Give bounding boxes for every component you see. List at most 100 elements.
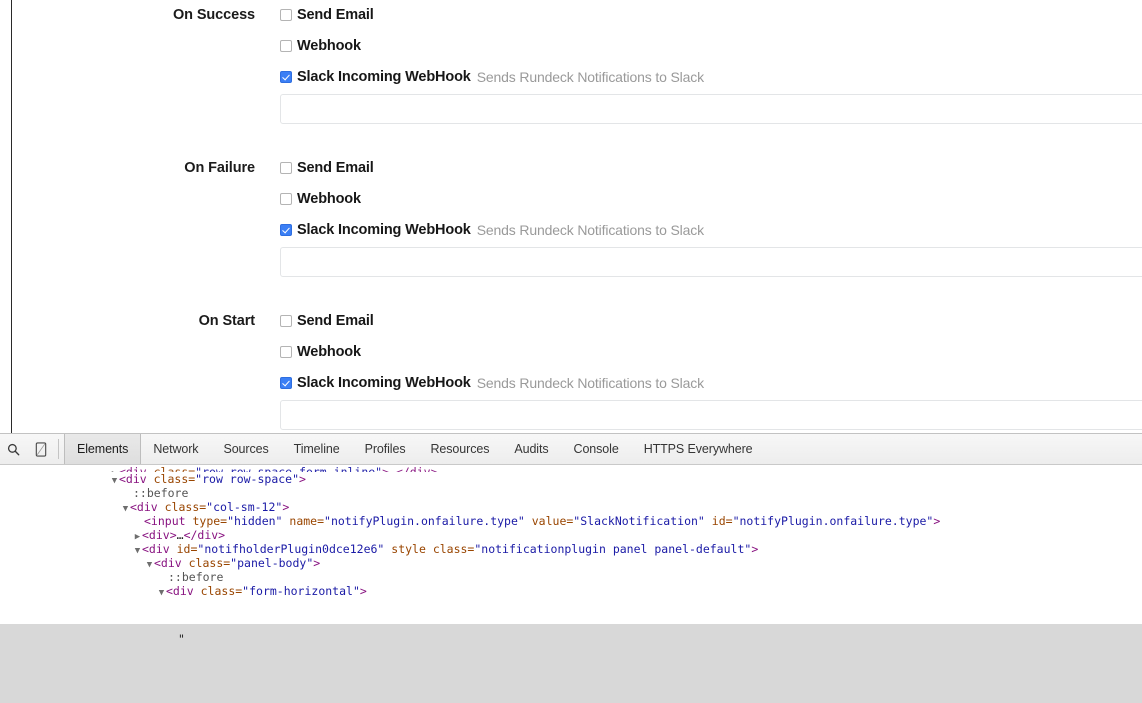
dom-attr: value=: [524, 514, 574, 528]
tab-resources[interactable]: Resources: [419, 434, 503, 464]
option-row-send-email[interactable]: Send Email: [280, 7, 374, 23]
option-description-slack-incoming-webhook: Sends Rundeck Notifications to Slack: [476, 222, 704, 238]
tab-elements[interactable]: Elements: [64, 434, 142, 464]
dom-attr: class=: [164, 500, 207, 514]
dom-attr-value: "panel-body": [230, 556, 314, 570]
dom-attr-value: "col-sm-12": [206, 500, 283, 514]
notification-group-on-success: On Success Send Email Webhook Slack Inco…: [0, 0, 1142, 152]
dom-node-row[interactable]: ▼ <div class="form-horizontal">: [0, 584, 1142, 598]
dom-tag-close: >: [359, 584, 367, 598]
dom-tag: <input: [144, 514, 193, 528]
dom-pseudo-element: ::before: [133, 486, 189, 500]
rundeck-notifications-form: On Success Send Email Webhook Slack Inco…: [0, 0, 1142, 433]
dom-attr: style: [384, 542, 426, 556]
devtools-tab-bar: Elements Network Sources Timeline Profil…: [64, 434, 766, 464]
dom-tag: <div: [166, 584, 201, 598]
dom-attr: id=: [176, 542, 198, 556]
checkbox-webhook[interactable]: [280, 40, 292, 52]
search-icon[interactable]: [0, 434, 27, 464]
dom-attr: type=: [192, 514, 228, 528]
slack-webhook-url-input[interactable]: [280, 247, 1142, 277]
dom-attr: name=: [282, 514, 325, 528]
dom-pseudo-element: ::before: [168, 570, 224, 584]
dom-pseudo-row[interactable]: ::before: [0, 486, 1142, 500]
option-row-slack-incoming-webhook[interactable]: Slack Incoming WebHook Sends Rundeck Not…: [280, 222, 704, 238]
notification-group-on-failure: On Failure Send Email Webhook Slack Inco…: [0, 153, 1142, 305]
option-label-slack-incoming-webhook: Slack Incoming WebHook: [297, 222, 471, 238]
dom-tag: <div: [142, 542, 177, 556]
dom-node-row[interactable]: ▶ <div>…</div>: [0, 528, 1142, 542]
notification-group-on-start: On Start Send Email Webhook Slack Incomi…: [0, 306, 1142, 433]
dom-pseudo-row[interactable]: ::before: [0, 570, 1142, 584]
checkbox-webhook[interactable]: [280, 193, 292, 205]
collapse-arrow-icon[interactable]: ▼: [157, 586, 166, 600]
tab-console[interactable]: Console: [562, 434, 632, 464]
dom-attr-value: "row row-space": [195, 472, 300, 486]
option-label-slack-incoming-webhook: Slack Incoming WebHook: [297, 375, 471, 391]
option-row-webhook[interactable]: Webhook: [280, 191, 361, 207]
dom-collapsed-ellipsis: …: [176, 528, 184, 542]
dom-tag-close: >: [933, 514, 941, 528]
checkbox-slack-incoming-webhook[interactable]: [280, 71, 292, 83]
toolbar-divider: [58, 439, 59, 459]
dom-attr-value: "notifyPlugin.onfailure.type": [732, 514, 934, 528]
option-row-slack-incoming-webhook[interactable]: Slack Incoming WebHook Sends Rundeck Not…: [280, 375, 704, 391]
devtools-toolbar: Elements Network Sources Timeline Profil…: [0, 434, 1142, 465]
text-node-open-quote: ": [178, 632, 185, 646]
option-label-webhook: Webhook: [297, 191, 361, 207]
checkbox-send-email[interactable]: [280, 9, 292, 21]
group-label-on-start: On Start: [198, 313, 256, 329]
search-icon-glyph: [7, 443, 20, 455]
dom-attr-value: "SlackNotification": [573, 514, 705, 528]
option-row-webhook[interactable]: Webhook: [280, 38, 361, 54]
device-toggle-icon[interactable]: [27, 434, 54, 464]
option-label-send-email: Send Email: [297, 160, 374, 176]
option-label-webhook: Webhook: [297, 344, 361, 360]
dom-tag: <div: [130, 500, 165, 514]
dom-attr-value: "form-horizontal": [242, 584, 360, 598]
dom-node-row[interactable]: ▼ <div id="notifholderPlugin0dce12e6" sty…: [0, 542, 1142, 556]
option-row-send-email[interactable]: Send Email: [280, 160, 374, 176]
slack-webhook-url-input[interactable]: [280, 94, 1142, 124]
dom-tree-view[interactable]: ▶<div class="row row-space form-inline">…: [0, 465, 1142, 703]
option-label-slack-incoming-webhook: Slack Incoming WebHook: [297, 69, 471, 85]
dom-attr-value: "notifyPlugin.onfailure.type": [324, 514, 525, 528]
dom-attr-value: "notificationplugin panel panel-default": [474, 542, 752, 556]
tab-profiles[interactable]: Profiles: [353, 434, 419, 464]
tab-network[interactable]: Network: [141, 434, 211, 464]
option-label-send-email: Send Email: [297, 313, 374, 329]
dom-tag: <div>: [142, 528, 177, 542]
dom-tag: <div: [119, 472, 154, 486]
dom-tag-close: >…</div>: [382, 465, 438, 472]
dom-node-row[interactable]: <input type="hidden" name="notifyPlugin.…: [0, 514, 1142, 528]
checkbox-webhook[interactable]: [280, 346, 292, 358]
slack-webhook-url-input[interactable]: [280, 400, 1142, 430]
option-label-send-email: Send Email: [297, 7, 374, 23]
option-label-webhook: Webhook: [297, 38, 361, 54]
dom-attr: id=: [704, 514, 733, 528]
group-label-on-success: On Success: [172, 7, 255, 23]
option-row-webhook[interactable]: Webhook: [280, 344, 361, 360]
dom-tag-close: >: [282, 500, 290, 514]
dom-node-row[interactable]: ▼ <div class="panel-body">: [0, 556, 1142, 570]
option-row-send-email[interactable]: Send Email: [280, 313, 374, 329]
tab-sources[interactable]: Sources: [211, 434, 281, 464]
option-description-slack-incoming-webhook: Sends Rundeck Notifications to Slack: [476, 375, 704, 391]
tab-https-everywhere[interactable]: HTTPS Everywhere: [632, 434, 766, 464]
dom-node-row[interactable]: ▼ <div class="col-sm-12">: [0, 500, 1142, 514]
dom-attr: class=: [153, 465, 196, 472]
dom-tag-close: >: [299, 472, 306, 486]
dom-node-row[interactable]: ▶<div class="row row-space form-inline">…: [0, 465, 1142, 472]
dom-selected-text-node[interactable]: " ": [0, 624, 1142, 703]
checkbox-slack-incoming-webhook[interactable]: [280, 224, 292, 236]
checkbox-send-email[interactable]: [280, 315, 292, 327]
tab-timeline[interactable]: Timeline: [282, 434, 353, 464]
option-row-slack-incoming-webhook[interactable]: Slack Incoming WebHook Sends Rundeck Not…: [280, 69, 704, 85]
option-description-slack-incoming-webhook: Sends Rundeck Notifications to Slack: [476, 69, 704, 85]
dom-node-row[interactable]: ▼ <div class="row row-space">: [0, 472, 1142, 486]
devtools-panel: Elements Network Sources Timeline Profil…: [0, 433, 1142, 703]
dom-tag-close: >: [313, 556, 321, 570]
checkbox-send-email[interactable]: [280, 162, 292, 174]
tab-audits[interactable]: Audits: [502, 434, 561, 464]
checkbox-slack-incoming-webhook[interactable]: [280, 377, 292, 389]
